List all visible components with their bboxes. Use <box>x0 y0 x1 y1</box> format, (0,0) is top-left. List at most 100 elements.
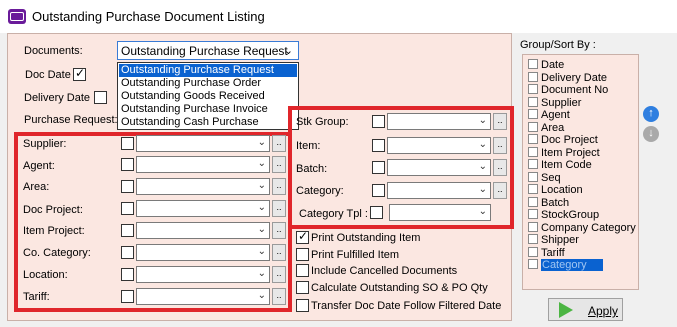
dropdown-option[interactable]: Outstanding Purchase Request <box>119 64 297 77</box>
group-sort-list: Date Delivery Date Document No Supplier … <box>522 54 639 290</box>
stk-group-checkbox[interactable] <box>372 115 385 128</box>
item-project-select[interactable]: ⌄ <box>136 222 270 239</box>
chevron-down-icon[interactable]: ⌄ <box>479 115 487 126</box>
transfer-doc-date-label: Transfer Doc Date Follow Filtered Date <box>311 300 502 312</box>
stk-group-label: Stk Group: <box>296 116 349 128</box>
group-sort-item[interactable]: Seq <box>528 171 561 184</box>
group-sort-item[interactable]: Agent <box>528 109 570 121</box>
dropdown-option[interactable]: Outstanding Purchase Invoice <box>119 103 297 116</box>
location-label: Location: <box>23 269 68 281</box>
group-sort-item[interactable]: Item Code <box>528 159 592 171</box>
group-sort-title: Group/Sort By : <box>520 39 596 51</box>
print-outstanding-item-label: Print Outstanding Item <box>311 232 421 244</box>
calculate-outstanding-checkbox[interactable] <box>296 281 309 294</box>
group-sort-item-selected[interactable]: Category <box>528 259 603 271</box>
include-cancelled-documents-checkbox[interactable] <box>296 264 309 277</box>
location-browse-button[interactable]: .. <box>272 266 286 283</box>
chevron-down-icon[interactable]: ⌄ <box>258 246 266 257</box>
batch-browse-button[interactable]: .. <box>493 159 507 176</box>
chevron-down-icon[interactable]: ⌄ <box>258 202 266 213</box>
stk-group-browse-button[interactable]: .. <box>493 113 507 130</box>
group-sort-item[interactable]: Supplier <box>528 96 581 109</box>
window-title: Outstanding Purchase Document Listing <box>32 9 265 24</box>
batch-select[interactable]: ⌄ <box>387 159 491 176</box>
agent-select[interactable]: ⌄ <box>136 156 270 173</box>
doc-project-browse-button[interactable]: .. <box>272 200 286 217</box>
supplier-checkbox[interactable] <box>121 137 134 150</box>
chevron-down-icon[interactable]: ⌄ <box>479 139 487 150</box>
group-sort-item[interactable]: Shipper <box>528 234 579 246</box>
chevron-down-icon[interactable]: ⌄ <box>479 184 487 195</box>
item-select[interactable]: ⌄ <box>387 137 491 154</box>
group-sort-item[interactable]: Batch <box>528 196 569 209</box>
group-sort-item[interactable]: Document No <box>528 84 608 96</box>
group-sort-item[interactable]: Item Project <box>528 146 600 159</box>
batch-checkbox[interactable] <box>372 161 385 174</box>
chevron-down-icon[interactable]: ⌄ <box>258 137 266 148</box>
print-fulfilled-item-checkbox[interactable] <box>296 248 309 261</box>
category-checkbox[interactable] <box>372 184 385 197</box>
group-sort-item[interactable]: Area <box>528 121 564 134</box>
item-project-checkbox[interactable] <box>121 224 134 237</box>
category-select[interactable]: ⌄ <box>387 182 491 199</box>
tariff-checkbox[interactable] <box>121 290 134 303</box>
include-cancelled-documents-label: Include Cancelled Documents <box>311 265 458 277</box>
item-project-browse-button[interactable]: .. <box>272 222 286 239</box>
co-category-browse-button[interactable]: .. <box>272 244 286 261</box>
group-sort-item[interactable]: Delivery Date <box>528 71 607 84</box>
chevron-down-icon[interactable]: ⌄ <box>479 206 487 217</box>
print-outstanding-item-checkbox[interactable] <box>296 229 309 244</box>
agent-label: Agent: <box>23 160 55 172</box>
chevron-down-icon[interactable]: ⌄ <box>258 290 266 301</box>
calculate-outstanding-label: Calculate Outstanding SO & PO Qty <box>311 282 488 294</box>
doc-project-label: Doc Project: <box>23 204 83 216</box>
apply-button[interactable]: Apply <box>548 298 623 321</box>
transfer-doc-date-checkbox[interactable] <box>296 299 309 312</box>
area-checkbox[interactable] <box>121 180 134 193</box>
arrow-down-icon[interactable]: ↓ <box>643 126 659 142</box>
dropdown-option[interactable]: Outstanding Purchase Order <box>119 77 297 90</box>
agent-checkbox[interactable] <box>121 158 134 171</box>
group-sort-item[interactable]: Location <box>528 184 583 196</box>
tariff-select[interactable]: ⌄ <box>136 288 270 305</box>
arrow-up-icon[interactable]: ↑ <box>643 106 659 122</box>
co-category-select[interactable]: ⌄ <box>136 244 270 261</box>
category-tpl-checkbox[interactable] <box>370 206 383 219</box>
chevron-down-icon[interactable]: ⌄ <box>258 224 266 235</box>
dropdown-option[interactable]: Outstanding Goods Received <box>119 90 297 103</box>
doc-date-checkbox[interactable] <box>73 66 86 81</box>
dropdown-option[interactable]: Outstanding Cash Purchase <box>119 116 297 129</box>
item-browse-button[interactable]: .. <box>493 137 507 154</box>
supplier-browse-button[interactable]: .. <box>272 135 286 152</box>
tariff-browse-button[interactable]: .. <box>272 288 286 305</box>
chevron-down-icon[interactable]: ⌄ <box>258 180 266 191</box>
group-sort-item[interactable]: Company Category <box>528 221 636 234</box>
area-browse-button[interactable]: .. <box>272 178 286 195</box>
chevron-down-icon[interactable]: ⌄ <box>258 268 266 279</box>
location-checkbox[interactable] <box>121 268 134 281</box>
category-tpl-label: Category Tpl : <box>299 208 368 220</box>
location-select[interactable]: ⌄ <box>136 266 270 283</box>
group-sort-item[interactable]: Tariff <box>528 246 565 259</box>
co-category-label: Co. Category: <box>23 247 91 259</box>
category-browse-button[interactable]: .. <box>493 182 507 199</box>
supplier-select[interactable]: ⌄ <box>136 135 270 152</box>
chevron-down-icon[interactable]: ⌄ <box>284 44 293 57</box>
co-category-checkbox[interactable] <box>121 246 134 259</box>
doc-project-checkbox[interactable] <box>121 202 134 215</box>
delivery-date-checkbox[interactable] <box>94 91 107 104</box>
group-sort-item[interactable]: Doc Project <box>528 134 598 146</box>
doc-project-select[interactable]: ⌄ <box>136 200 270 217</box>
category-tpl-select[interactable]: ⌄ <box>389 204 491 221</box>
documents-select[interactable]: Outstanding Purchase Request ⌄ <box>117 41 299 60</box>
chevron-down-icon[interactable]: ⌄ <box>258 158 266 169</box>
stk-group-select[interactable]: ⌄ <box>387 113 491 130</box>
group-sort-item[interactable]: StockGroup <box>528 209 599 221</box>
area-select[interactable]: ⌄ <box>136 178 270 195</box>
agent-browse-button[interactable]: .. <box>272 156 286 173</box>
chevron-down-icon[interactable]: ⌄ <box>479 161 487 172</box>
group-sort-item[interactable]: Date <box>528 59 564 71</box>
app-icon <box>8 9 26 24</box>
apply-button-label: Apply <box>588 304 619 318</box>
item-checkbox[interactable] <box>372 139 385 152</box>
